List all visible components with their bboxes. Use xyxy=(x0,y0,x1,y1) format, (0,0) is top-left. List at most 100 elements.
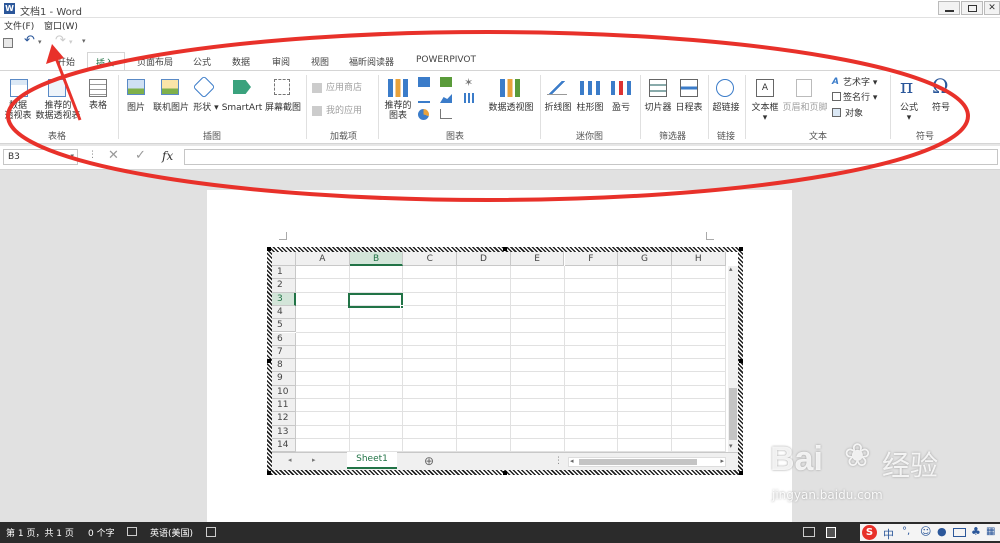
tab-foxit[interactable]: 福昕阅读器 xyxy=(349,55,394,68)
row-header-10[interactable]: 10 xyxy=(272,385,296,399)
tab-view[interactable]: 视图 xyxy=(311,55,329,68)
emoji-icon[interactable]: ☺ xyxy=(920,525,931,538)
ime-mode[interactable]: 中 xyxy=(883,526,894,542)
row-header-11[interactable]: 11 xyxy=(272,399,296,413)
print-layout-icon[interactable] xyxy=(826,527,836,538)
row-header-6[interactable]: 6 xyxy=(272,332,296,346)
fill-handle[interactable] xyxy=(400,305,404,309)
menu-file[interactable]: 文件(F) xyxy=(4,19,34,32)
picture-button[interactable]: 图片 xyxy=(123,103,149,113)
line-chart-icon[interactable] xyxy=(418,93,430,103)
smartart-button[interactable]: SmartArt xyxy=(221,103,263,113)
column-header-a[interactable]: A xyxy=(296,252,350,266)
column-header-h[interactable]: H xyxy=(671,252,726,266)
add-sheet-icon[interactable]: ⊕ xyxy=(424,454,434,468)
grid-menu-icon[interactable]: ▦ xyxy=(986,526,995,537)
column-header-f[interactable]: F xyxy=(564,252,619,266)
keyboard-icon[interactable] xyxy=(953,528,966,537)
tab-insert[interactable]: 插入 xyxy=(87,52,125,71)
row-header-8[interactable]: 8 xyxy=(272,359,296,373)
customize-qat-icon[interactable]: ▾ xyxy=(82,37,86,45)
undo-dropdown-icon[interactable]: ▾ xyxy=(38,38,42,46)
screenshot-button[interactable]: 屏幕截图 xyxy=(263,103,303,113)
split-handle-icon[interactable]: ⋮ xyxy=(554,456,563,466)
online-picture-button[interactable]: 联机图片 xyxy=(151,103,191,113)
sogou-icon[interactable]: S xyxy=(862,525,877,540)
resize-handle[interactable] xyxy=(739,359,743,363)
sparkline-line-button[interactable]: 折线图 xyxy=(543,103,573,113)
undo-icon[interactable]: ↶ xyxy=(24,33,35,48)
column-header-b[interactable]: B xyxy=(349,252,404,266)
column-header-e[interactable]: E xyxy=(510,252,565,266)
pivot-table-button[interactable]: 数据 透视表 xyxy=(3,101,33,121)
read-mode-icon[interactable] xyxy=(803,527,815,537)
row-header-4[interactable]: 4 xyxy=(272,305,296,320)
tab-home[interactable]: 开始 xyxy=(57,55,75,68)
tab-formulas[interactable]: 公式 xyxy=(193,55,211,68)
row-header-2[interactable]: 2 xyxy=(272,279,296,293)
equation-button[interactable]: 公式 ▾ xyxy=(896,103,922,123)
row-header-13[interactable]: 13 xyxy=(272,425,296,439)
area-chart-icon[interactable] xyxy=(440,94,452,103)
column-header-c[interactable]: C xyxy=(403,252,458,266)
resize-handle[interactable] xyxy=(739,471,743,475)
restore-button[interactable] xyxy=(961,1,983,15)
hscroll-thumb[interactable] xyxy=(579,459,697,465)
scroll-left-icon[interactable]: ◂ xyxy=(570,457,574,465)
tab-powerpivot[interactable]: POWERPIVOT xyxy=(416,55,476,65)
tab-data[interactable]: 数据 xyxy=(232,55,250,68)
minimize-button[interactable] xyxy=(938,1,960,15)
sparkline-column-button[interactable]: 柱形图 xyxy=(574,103,606,113)
column-header-d[interactable]: D xyxy=(457,252,511,266)
row-header-1[interactable]: 1 xyxy=(272,266,296,280)
enter-icon[interactable]: ✓ xyxy=(135,148,146,163)
close-button[interactable]: ✕ xyxy=(984,1,1000,15)
sparkline-winloss-button[interactable]: 盈亏 xyxy=(609,103,633,113)
mic-icon[interactable]: ● xyxy=(937,525,947,538)
signature-button[interactable]: 签名行 ▾ xyxy=(843,93,877,103)
recommended-chart-button[interactable]: 推荐的 图表 xyxy=(382,101,414,121)
redo-icon[interactable]: ↷ xyxy=(55,33,66,48)
redo-dropdown-icon[interactable]: ▾ xyxy=(69,38,73,46)
symbol-button[interactable]: 符号 xyxy=(928,103,954,113)
table-button[interactable]: 表格 xyxy=(84,101,112,111)
myapps-button[interactable]: 我的应用 xyxy=(326,106,362,116)
resize-handle[interactable] xyxy=(267,359,271,363)
row-header-3[interactable]: 3 xyxy=(272,292,296,306)
vertical-scrollbar[interactable]: ▴ ▾ xyxy=(728,265,738,452)
row-header-14[interactable]: 14 xyxy=(272,438,296,453)
insert-function-icon[interactable]: fx xyxy=(162,149,173,163)
skin-icon[interactable]: ♣ xyxy=(971,525,981,538)
resize-handle[interactable] xyxy=(503,247,507,251)
language[interactable]: 英语(美国) xyxy=(150,526,193,539)
recommended-pivot-button[interactable]: 推荐的 数据透视表 xyxy=(33,101,83,121)
tab-page-layout[interactable]: 页面布局 xyxy=(137,55,173,68)
formula-options-icon[interactable]: ⋮ xyxy=(88,150,97,160)
slicer-button[interactable]: 切片器 xyxy=(643,103,673,113)
sheet-nav-left-icon[interactable]: ◂ xyxy=(288,456,292,464)
column-header-g[interactable]: G xyxy=(618,252,672,266)
hyperlink-button[interactable]: 超链接 xyxy=(711,103,741,113)
row-header-7[interactable]: 7 xyxy=(272,345,296,360)
header-footer-button[interactable]: 页眉和页脚 xyxy=(781,103,829,113)
word-count[interactable]: 0 个字 xyxy=(88,526,115,539)
formula-input[interactable] xyxy=(184,149,998,165)
scroll-down-icon[interactable]: ▾ xyxy=(729,442,733,450)
resize-handle[interactable] xyxy=(267,471,271,475)
macro-icon[interactable] xyxy=(206,527,216,537)
select-all-corner[interactable] xyxy=(272,252,296,266)
page-count[interactable]: 第 1 页，共 1 页 xyxy=(6,526,74,539)
punctuation-icon[interactable]: °, xyxy=(902,526,910,537)
menu-window[interactable]: 窗口(W) xyxy=(44,19,78,32)
row-header-9[interactable]: 9 xyxy=(272,372,296,386)
resize-handle[interactable] xyxy=(739,247,743,251)
scroll-thumb[interactable] xyxy=(729,388,737,440)
tab-review[interactable]: 审阅 xyxy=(272,55,290,68)
textbox-button[interactable]: 文本框 ▾ xyxy=(750,103,780,123)
column-chart-icon[interactable] xyxy=(418,77,430,87)
save-icon[interactable] xyxy=(3,38,13,48)
scroll-right-icon[interactable]: ▸ xyxy=(720,457,724,465)
row-header-12[interactable]: 12 xyxy=(272,412,296,426)
active-cell-b3[interactable] xyxy=(348,293,403,308)
name-box[interactable]: B3 ▾ xyxy=(3,149,78,165)
